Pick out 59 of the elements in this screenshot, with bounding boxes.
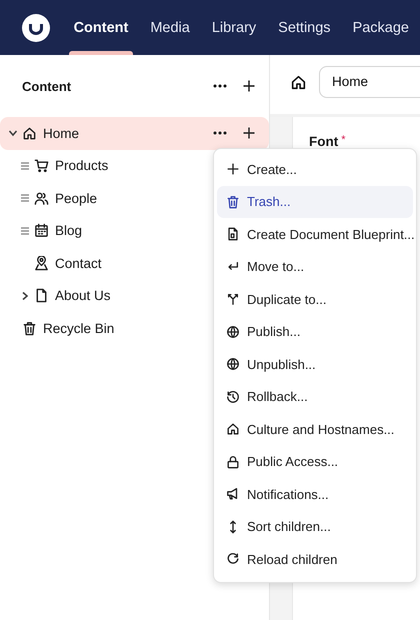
home-icon	[226, 422, 240, 436]
selected-row[interactable]: Home	[0, 117, 269, 150]
menu-item[interactable]: Reload children	[217, 543, 413, 576]
document-icon	[34, 288, 49, 304]
chevron-right-icon[interactable]	[20, 290, 30, 301]
tree-item[interactable]: Products	[55, 158, 108, 174]
drag-handle-icon[interactable]	[21, 194, 29, 202]
section-title: Content	[22, 78, 72, 94]
menu-item[interactable]: Culture and Hostnames...	[217, 413, 413, 446]
reload-icon	[226, 552, 240, 566]
drag-handle-icon[interactable]	[21, 162, 29, 170]
menu-item[interactable]: Sort children...	[217, 510, 413, 543]
globe-icon	[226, 324, 240, 339]
plus-icon	[226, 162, 240, 176]
branch-arrows-icon	[226, 292, 240, 306]
tree-item[interactable]: People	[55, 190, 98, 206]
megaphone-icon	[226, 487, 240, 502]
tree-item[interactable]: Home	[43, 126, 80, 141]
home-icon	[22, 126, 37, 141]
tree-item[interactable]: Recycle Bin	[43, 320, 114, 336]
trash-icon	[22, 320, 37, 336]
calendar-icon	[34, 223, 49, 238]
lock-icon	[226, 454, 240, 469]
menu-item[interactable]: Move to...	[217, 250, 413, 283]
plus-icon[interactable]	[243, 127, 255, 140]
menu-item[interactable]: Unpublish...	[217, 348, 413, 380]
nav-tab[interactable]: Library	[200, 0, 268, 55]
menu-item[interactable]: Create Document Blueprint...	[217, 218, 413, 250]
tree-item[interactable]: Contact	[55, 256, 102, 271]
menu-item[interactable]: Notifications...	[217, 478, 413, 510]
menu-item[interactable]: Trash...	[217, 186, 413, 218]
document-icon	[226, 227, 240, 242]
plus-icon[interactable]	[243, 80, 255, 92]
chevron-down-icon[interactable]	[8, 128, 18, 138]
tree-item[interactable]: About Us	[55, 288, 111, 304]
more-options-icon[interactable]	[213, 84, 227, 88]
menu-item[interactable]: Rollback...	[217, 380, 413, 413]
menu-item[interactable]: Public Access...	[217, 446, 413, 478]
name-field[interactable]: Home	[319, 66, 420, 98]
nav-tab[interactable]: Media	[139, 0, 201, 55]
field-label: Font	[309, 134, 338, 149]
tree-item[interactable]: Blog	[55, 223, 82, 238]
home-icon	[290, 74, 307, 91]
people-icon	[34, 190, 49, 206]
more-options-icon[interactable]	[213, 131, 227, 136]
nav-tab[interactable]: Package	[342, 0, 420, 55]
required-mark: *	[341, 134, 346, 146]
menu-item[interactable]: Publish...	[217, 316, 413, 348]
globe-icon	[226, 357, 240, 372]
menu-item[interactable]: Duplicate to...	[217, 283, 413, 316]
nav-tab[interactable]: Content	[62, 0, 140, 55]
drag-handle-icon[interactable]	[21, 226, 29, 235]
menu-item[interactable]: Create...	[217, 153, 413, 186]
location-pin-icon	[34, 256, 49, 271]
logo-icon[interactable]	[22, 14, 50, 42]
trash-icon	[226, 194, 240, 209]
history-icon	[226, 390, 240, 404]
nav-tab[interactable]: Settings	[267, 0, 342, 55]
cart-icon	[34, 158, 49, 174]
